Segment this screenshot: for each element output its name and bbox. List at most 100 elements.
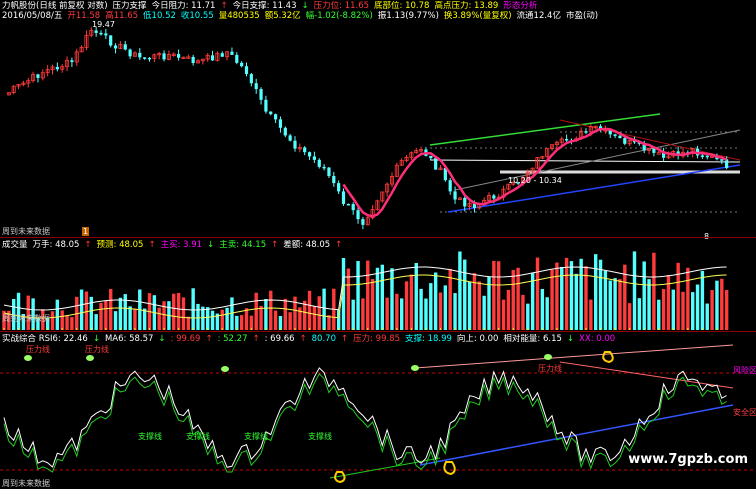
- volume-bar: [424, 298, 428, 330]
- candle-body: [99, 32, 103, 35]
- pressure-line-label-1: 压力线: [26, 345, 50, 354]
- candle-body: [448, 180, 452, 192]
- candle-body: [36, 74, 40, 78]
- volume-bar: [225, 307, 229, 330]
- main-future-data-link[interactable]: 周到未来数据: [2, 226, 50, 237]
- volume-bar: [545, 297, 549, 330]
- indicator-header-item-6: : 52.27: [217, 334, 248, 344]
- volume-bar: [676, 262, 680, 330]
- volume-bar: [555, 262, 559, 330]
- range-label: 10.20 - 10.34: [508, 176, 562, 185]
- volume-bar: [186, 316, 190, 330]
- volume-bar: [142, 308, 147, 330]
- volume-bar: [264, 299, 268, 330]
- volume-bar: [661, 289, 666, 330]
- indicator-header-item-0: 实战综合 RSI6: 22.46: [2, 334, 88, 344]
- event-marker[interactable]: 1: [82, 227, 90, 236]
- volume-bar: [351, 299, 355, 330]
- volume-tick: [381, 328, 383, 330]
- indicator-header-item-13: 支撑: 18.99: [405, 334, 452, 344]
- volume-tick: [716, 328, 718, 330]
- candle-body: [264, 99, 268, 112]
- volume-bar: [492, 260, 496, 330]
- candle-body: [613, 134, 617, 136]
- candle-body: [283, 127, 287, 136]
- candle-body: [332, 176, 336, 184]
- rsi-ma-line: [3, 373, 727, 473]
- volume-header-item-7: 主卖: 44.15: [219, 240, 267, 250]
- volume-tick: [90, 328, 92, 330]
- safe-zone-label: 安全区: [733, 408, 756, 417]
- volume-tick: [338, 328, 340, 330]
- volume-bar: [511, 269, 515, 330]
- volume-bar: [691, 292, 695, 330]
- volume-bar: [239, 315, 244, 330]
- indicator-header-item-4: : 99.69: [170, 334, 201, 344]
- volume-bar: [16, 292, 21, 330]
- pressure-marker-1: [86, 355, 94, 361]
- support-line-label-3: 支撑线: [244, 432, 268, 441]
- volume-bar: [550, 269, 554, 330]
- candle-body: [55, 66, 59, 70]
- volume-bar: [303, 300, 307, 330]
- volume-tick: [469, 328, 471, 330]
- volume-bar: [206, 307, 210, 330]
- volume-tick: [236, 328, 238, 330]
- volume-bar: [579, 258, 583, 330]
- volume-tick: [556, 328, 558, 330]
- volume-tick: [119, 328, 121, 330]
- volume-tick: [265, 328, 267, 330]
- candle-body: [244, 66, 249, 75]
- volume-bar: [613, 278, 617, 330]
- volume-bar: [710, 290, 714, 330]
- volume-bar: [55, 299, 60, 330]
- indicator-header-item-12: 压力: 99.85: [353, 334, 401, 344]
- volume-bar: [521, 294, 525, 330]
- volume-bar: [94, 314, 98, 330]
- volume-bar: [574, 273, 578, 330]
- candle-body: [700, 155, 704, 157]
- pressure-marker-3: [411, 365, 419, 371]
- pressure-line-label-3: 压力线: [538, 364, 562, 373]
- volume-bar: [346, 268, 351, 330]
- volume-bar: [724, 289, 729, 330]
- volume-bar: [99, 302, 103, 330]
- volume-bar: [671, 289, 675, 330]
- volume-bar: [700, 270, 705, 330]
- volume-bar: [307, 290, 312, 330]
- indicator-future-data-link[interactable]: 周到未来数据: [2, 478, 50, 489]
- volume-bar: [361, 298, 365, 330]
- volume-tick: [323, 328, 325, 330]
- watermark: www.7gpzb.com: [628, 452, 748, 467]
- candle-body: [210, 55, 215, 61]
- volume-bar: [458, 251, 462, 330]
- volume-bar: [526, 303, 530, 330]
- candle-body: [317, 159, 321, 167]
- volume-bar: [433, 272, 438, 330]
- indicator-header-item-5: ↑: [205, 334, 213, 344]
- volume-bar: [535, 257, 540, 330]
- volume-future-data-link[interactable]: 周到未来数据: [2, 313, 50, 324]
- volume-tick: [425, 328, 427, 330]
- volume-bar: [715, 280, 719, 330]
- volume-bar: [366, 260, 370, 330]
- candle-body: [429, 155, 433, 159]
- volume-tick: [454, 328, 456, 330]
- volume-tick: [367, 328, 369, 330]
- candle-body: [293, 140, 297, 149]
- candle-body: [220, 53, 224, 57]
- volume-bar: [128, 306, 132, 330]
- candle-body: [618, 135, 622, 139]
- volume-tick: [541, 328, 543, 330]
- volume-bar: [637, 298, 642, 330]
- volume-bar: [594, 254, 598, 330]
- volume-tick: [279, 328, 281, 330]
- volume-bar: [463, 259, 467, 330]
- volume-tick: [3, 328, 5, 330]
- support-line-label-4: 支撑线: [308, 432, 332, 441]
- pressure-line-label-2: 压力线: [85, 345, 109, 354]
- volume-tick: [600, 328, 602, 330]
- volume-bar: [375, 267, 380, 330]
- volume-bar: [564, 257, 569, 330]
- volume-bar: [618, 279, 622, 330]
